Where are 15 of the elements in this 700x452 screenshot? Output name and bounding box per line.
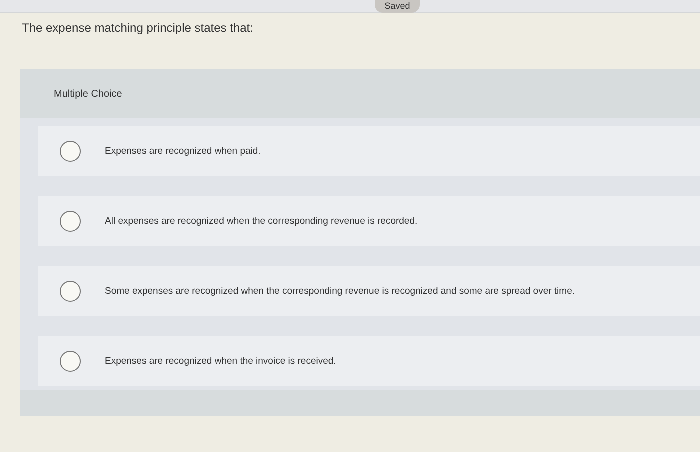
saved-status-badge: Saved bbox=[374, 0, 420, 13]
radio-button[interactable] bbox=[60, 350, 81, 372]
radio-button[interactable] bbox=[60, 280, 81, 302]
answer-option[interactable]: All expenses are recognized when the corresponding revenue is recorded. bbox=[38, 196, 700, 246]
option-text: Expenses are recognized when the invoice is received. bbox=[105, 356, 336, 366]
option-text: Expenses are recognized when paid. bbox=[105, 146, 261, 156]
radio-button[interactable] bbox=[60, 210, 81, 232]
answer-option[interactable]: Some expenses are recognized when the corresponding revenue is recognized and some are spread over time. bbox=[38, 266, 700, 316]
section-label: Multiple Choice bbox=[53, 88, 124, 102]
radio-button[interactable] bbox=[60, 140, 81, 162]
option-text: All expenses are recognized when the corresponding revenue is recorded. bbox=[105, 216, 418, 226]
answer-option[interactable]: Expenses are recognized when the invoice is received. bbox=[38, 336, 700, 386]
option-text: Some expenses are recognized when the corresponding revenue is recognized and some are spread over time. bbox=[105, 286, 575, 296]
question-text: The expense matching principle states that: bbox=[21, 20, 254, 37]
answer-option[interactable]: Expenses are recognized when paid. bbox=[38, 126, 700, 176]
